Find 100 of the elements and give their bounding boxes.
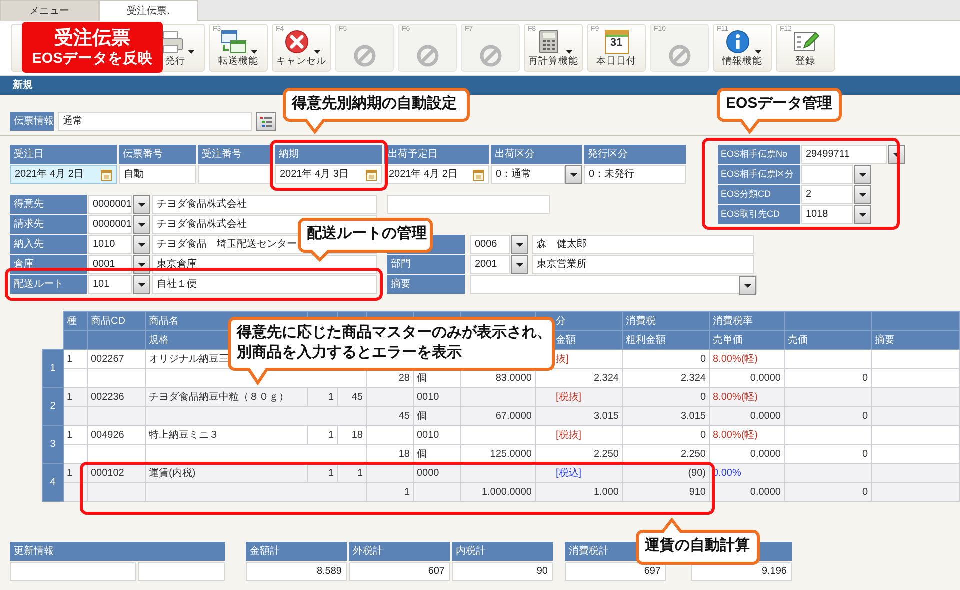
input-field[interactable] (801, 165, 853, 184)
table-cell: 8.00%(軽) (710, 388, 784, 406)
table-cell: 3.015 (536, 406, 622, 426)
table-cell: 1.000.0000 (460, 482, 536, 502)
field-label: 出荷区分 (491, 145, 582, 164)
table-cell: 910 (622, 482, 710, 502)
header-cell: 摘要 (872, 330, 960, 350)
code-field[interactable]: 0000001 (88, 195, 132, 214)
code-field[interactable]: 0000001 (88, 215, 132, 234)
field-label: 受注日 (10, 145, 117, 164)
name-field[interactable]: 森 健太郎 (532, 235, 754, 254)
caret-icon (250, 50, 258, 54)
table-cell: 1 (64, 388, 88, 406)
dropdown-button[interactable] (511, 255, 528, 274)
row-number[interactable]: 1 (42, 350, 64, 388)
code-field[interactable]: 0006 (470, 235, 510, 254)
calendar-icon: 31 (604, 30, 628, 54)
field-label: EOS取引先CD (718, 205, 800, 224)
caret-icon (858, 192, 866, 196)
table-cell: 0 (622, 426, 710, 444)
code-field[interactable]: 2001 (470, 255, 510, 274)
field-label: 納入先 (10, 235, 87, 254)
row-number[interactable]: 2 (42, 388, 64, 426)
caret-icon (138, 262, 146, 266)
field-label: EOS相手伝票区分 (718, 165, 800, 184)
header-cell: 消費税 (622, 312, 710, 330)
table-cell: 0 (622, 388, 710, 406)
row-number[interactable]: 4 (42, 464, 64, 502)
input-field[interactable]: 0：通常 (491, 165, 565, 184)
slip-info-field[interactable]: 通常 (58, 112, 252, 131)
name-field[interactable]: 東京営業所 (532, 255, 754, 274)
dropdown-button[interactable] (133, 215, 150, 234)
table-cell: 1 (308, 426, 338, 444)
input-field[interactable]: 2 (801, 185, 853, 204)
caret-icon (516, 242, 524, 246)
table-cell: 0 (784, 444, 872, 464)
dropdown-button[interactable] (854, 185, 871, 204)
code-field[interactable]: 1010 (88, 235, 132, 254)
code-field[interactable]: 101 (88, 275, 132, 294)
table-cell: 67.0000 (460, 406, 536, 426)
table-cell: 0.0000 (710, 482, 784, 502)
dropdown-button[interactable] (565, 165, 582, 184)
list-button[interactable] (256, 112, 276, 131)
field-label: 摘要 (387, 275, 465, 294)
banner-tooltip: 受注伝票 EOSデータを反映 (22, 22, 163, 73)
row-number[interactable]: 3 (42, 426, 64, 464)
calendar-icon (101, 168, 112, 180)
table-cell: 0010 (414, 426, 460, 444)
table-cell: 2.324 (622, 368, 710, 388)
input-field[interactable] (387, 195, 550, 214)
table-cell: 0.0000 (710, 444, 784, 464)
transfer-icon (220, 30, 248, 54)
input-field[interactable]: 自動 (119, 165, 196, 184)
table-cell: 002267 (88, 350, 146, 368)
table-cell: 18 (338, 426, 366, 444)
table-cell: 002236 (88, 388, 146, 406)
tab[interactable]: メニュー (0, 0, 99, 21)
caret-icon (516, 262, 524, 266)
dropdown-button[interactable] (133, 195, 150, 214)
table-cell: 3.015 (622, 406, 710, 426)
dropdown-button[interactable] (854, 165, 871, 184)
callout-tooltip: 得意先別納期の自動設定 (283, 88, 470, 135)
date-field[interactable]: 2021年 4月 3日 (275, 165, 382, 184)
info-icon (724, 30, 752, 54)
header-cell: 消費税率 (710, 312, 784, 330)
dropdown-button[interactable] (854, 205, 871, 224)
table-cell: 0.0000 (710, 406, 784, 426)
table-cell: 0 (622, 350, 710, 368)
date-field[interactable]: 2021年 4月 2日 (10, 165, 117, 184)
input-field[interactable]: 1018 (801, 205, 853, 224)
table-cell: 004926 (88, 426, 146, 444)
field-label: 受注番号 (198, 145, 273, 164)
select-field[interactable] (470, 275, 757, 294)
tab[interactable]: 受注伝票. (99, 0, 198, 21)
input-field[interactable]: 0：未発行 (584, 165, 686, 184)
field-label: 伝票情報 (10, 112, 54, 131)
header-cell: 種 (64, 312, 88, 330)
dropdown-button[interactable] (511, 235, 528, 254)
dropdown-button[interactable] (739, 276, 756, 295)
dropdown-button[interactable] (133, 235, 150, 254)
input-field[interactable]: 29499711 (801, 145, 887, 164)
field-label: 出荷予定日 (384, 145, 489, 164)
callout-tooltip: EOSデータ管理 (717, 88, 842, 135)
name-field[interactable]: チヨダ食品株式会社 (152, 195, 377, 214)
table-cell: 8.00%(軽) (710, 350, 784, 368)
dropdown-button[interactable] (133, 275, 150, 294)
table-cell: 1 (64, 350, 88, 368)
name-field[interactable]: 自社１便 (152, 275, 377, 294)
header-cell: 粗利金額 (622, 330, 710, 350)
table-cell: 0010 (414, 388, 460, 406)
date-field[interactable]: 2021年 4月 2日 (384, 165, 489, 184)
total-field: 9.196 (691, 562, 792, 581)
input-field[interactable] (198, 165, 273, 184)
table-cell: 45 (338, 388, 366, 406)
table-cell: 8.00%(軽) (710, 426, 784, 444)
calendar-icon (366, 168, 377, 180)
field-label: 配送ルート (10, 275, 87, 294)
field-label: EOS相手伝票No (718, 145, 800, 164)
header-cell: 売価 (784, 330, 872, 350)
caret-icon (188, 50, 194, 54)
